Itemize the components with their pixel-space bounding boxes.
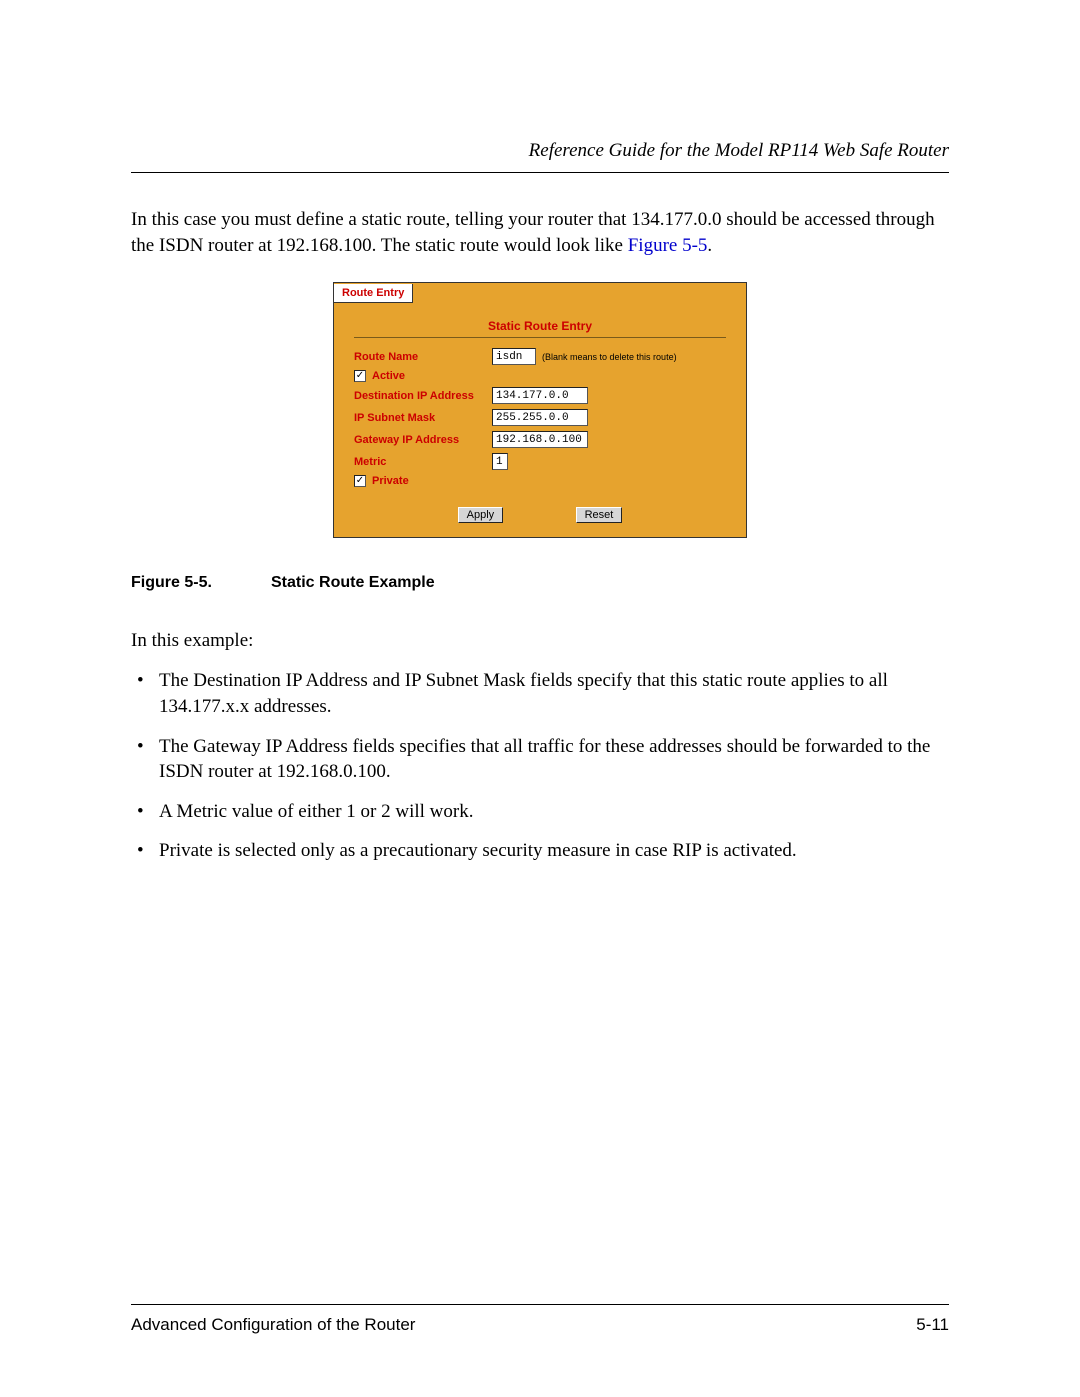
gateway-ip-input[interactable] bbox=[492, 431, 588, 448]
example-bullets: The Destination IP Address and IP Subnet… bbox=[131, 668, 949, 864]
example-intro: In this example: bbox=[131, 630, 949, 652]
private-checkbox[interactable]: ✓ bbox=[354, 475, 366, 487]
page-header-title: Reference Guide for the Model RP114 Web … bbox=[131, 140, 949, 162]
figure-link[interactable]: Figure 5-5 bbox=[628, 235, 708, 256]
footer-page-number: 5-11 bbox=[916, 1315, 949, 1335]
route-name-hint: (Blank means to delete this route) bbox=[542, 352, 677, 362]
router-config-panel: Route Entry Static Route Entry Route Nam… bbox=[333, 282, 747, 538]
page-footer: Advanced Configuration of the Router 5-1… bbox=[131, 1304, 949, 1335]
metric-label: Metric bbox=[354, 456, 492, 468]
reset-button[interactable]: Reset bbox=[576, 507, 623, 523]
footer-rule bbox=[131, 1304, 949, 1305]
panel-tab[interactable]: Route Entry bbox=[334, 284, 413, 303]
intro-text-before: In this case you must define a static ro… bbox=[131, 209, 935, 256]
footer-section-title: Advanced Configuration of the Router bbox=[131, 1315, 415, 1335]
figure-caption-number: Figure 5-5. bbox=[131, 574, 271, 592]
figure-caption-text: Static Route Example bbox=[271, 574, 435, 591]
dest-ip-label: Destination IP Address bbox=[354, 390, 492, 402]
active-label: Active bbox=[372, 370, 405, 382]
subnet-mask-label: IP Subnet Mask bbox=[354, 412, 492, 424]
panel-heading: Static Route Entry bbox=[354, 319, 726, 333]
private-label: Private bbox=[372, 475, 409, 487]
route-name-input[interactable] bbox=[492, 348, 536, 365]
active-checkbox[interactable]: ✓ bbox=[354, 370, 366, 382]
figure-container: Route Entry Static Route Entry Route Nam… bbox=[131, 282, 949, 538]
intro-paragraph: In this case you must define a static ro… bbox=[131, 207, 949, 258]
gateway-ip-label: Gateway IP Address bbox=[354, 434, 492, 446]
subnet-mask-input[interactable] bbox=[492, 409, 588, 426]
intro-text-after: . bbox=[707, 235, 712, 256]
list-item: Private is selected only as a precaution… bbox=[159, 838, 949, 864]
apply-button[interactable]: Apply bbox=[458, 507, 504, 523]
list-item: The Destination IP Address and IP Subnet… bbox=[159, 668, 949, 719]
header-rule bbox=[131, 172, 949, 173]
panel-divider bbox=[354, 337, 726, 338]
list-item: The Gateway IP Address fields specifies … bbox=[159, 734, 949, 785]
route-name-label: Route Name bbox=[354, 351, 492, 363]
dest-ip-input[interactable] bbox=[492, 387, 588, 404]
list-item: A Metric value of either 1 or 2 will wor… bbox=[159, 799, 949, 825]
figure-caption: Figure 5-5.Static Route Example bbox=[131, 574, 949, 592]
metric-input[interactable] bbox=[492, 453, 508, 470]
